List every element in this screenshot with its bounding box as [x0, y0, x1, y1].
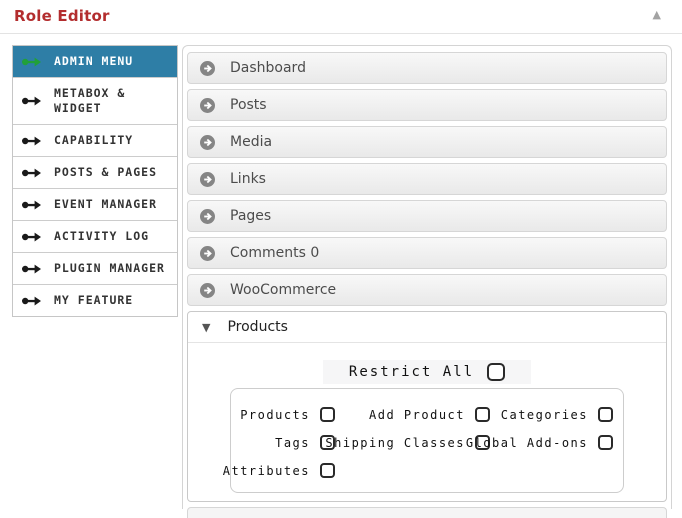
- global-add-ons-checkbox[interactable]: [598, 435, 613, 450]
- sidebar-item-capability[interactable]: CAPABILITY: [13, 125, 177, 157]
- accordion-label: WooCommerce: [230, 282, 337, 298]
- arrow-right-line-icon: [22, 95, 42, 107]
- arrow-right-line-icon: [22, 263, 42, 275]
- checkbox-label: Categories: [500, 407, 588, 422]
- accordion-label: Posts: [230, 97, 267, 113]
- triangle-down-icon: ▼: [202, 320, 211, 334]
- sidebar-item-label: MY FEATURE: [54, 293, 134, 307]
- restrict-all-control: Restrict All: [322, 360, 532, 384]
- arrow-right-line-icon: [22, 231, 42, 243]
- checkbox-label: Tags: [275, 435, 310, 450]
- sidebar-menu: ADMIN MENU METABOX & WIDGET CAPABILITY P…: [12, 45, 178, 317]
- sidebar-item-activity-log[interactable]: ACTIVITY LOG: [13, 221, 177, 253]
- capability-item-add-product: Add Product: [335, 407, 490, 422]
- panel-titlebar: Role Editor ▲: [0, 0, 682, 34]
- accordion-label: Pages: [230, 208, 272, 224]
- accordion-label: Dashboard: [230, 60, 306, 76]
- accordion-header-dashboard[interactable]: Dashboard: [187, 52, 667, 84]
- restrict-all-row: Restrict All: [188, 360, 666, 384]
- checkbox-label: Add Product: [369, 407, 465, 422]
- accordion-header-comments[interactable]: Comments 0: [187, 237, 667, 269]
- sidebar-item-label: PLUGIN MANAGER: [54, 261, 165, 275]
- circle-arrow-right-icon: [200, 208, 215, 224]
- sidebar-item-posts-pages[interactable]: POSTS & PAGES: [13, 157, 177, 189]
- checkbox-label: Products: [240, 407, 310, 422]
- circle-arrow-right-icon: [200, 245, 215, 261]
- categories-checkbox[interactable]: [598, 407, 613, 422]
- sidebar-item-label: POSTS & PAGES: [54, 165, 158, 179]
- sidebar-item-label: ADMIN MENU: [54, 54, 134, 68]
- arrow-right-line-icon: [22, 199, 42, 211]
- sidebar-item-my-feature[interactable]: MY FEATURE: [13, 285, 177, 316]
- accordion-label: Products: [227, 319, 288, 335]
- checkbox-label: Shipping Classes: [325, 435, 465, 450]
- arrow-right-line-icon: [22, 56, 42, 68]
- sidebar-item-metabox-widget[interactable]: METABOX & WIDGET: [13, 78, 177, 125]
- page-title: Role Editor: [14, 7, 110, 25]
- accordion-label: Comments 0: [230, 245, 320, 261]
- sidebar-item-event-manager[interactable]: EVENT MANAGER: [13, 189, 177, 221]
- circle-arrow-right-icon: [200, 60, 215, 76]
- accordion-header-media[interactable]: Media: [187, 126, 667, 158]
- capability-item-attributes: Attributes: [223, 463, 335, 478]
- accordion-panel: Dashboard Posts Media Links Pages Commen…: [182, 45, 672, 518]
- circle-arrow-right-icon: [200, 282, 215, 298]
- accordion-section-products: ▼ Products Restrict All Products Add Pro…: [187, 311, 667, 502]
- capability-checkbox-grid: Products Add Product Categories Tags Shi…: [223, 407, 613, 478]
- circle-arrow-right-icon: [200, 171, 215, 187]
- accordion-header-posts[interactable]: Posts: [187, 89, 667, 121]
- checkbox-label: Global Add-ons: [465, 435, 588, 450]
- capability-checkbox-group: Products Add Product Categories Tags Shi…: [223, 388, 624, 493]
- sidebar-item-label: CAPABILITY: [54, 133, 134, 147]
- sidebar-item-plugin-manager[interactable]: PLUGIN MANAGER: [13, 253, 177, 285]
- capability-item-categories: Categories: [490, 407, 613, 422]
- sidebar-item-label: ACTIVITY LOG: [54, 229, 150, 243]
- products-section-body: Restrict All Products Add Product Catego: [188, 343, 666, 501]
- collapse-toggle-icon[interactable]: ▲: [653, 8, 661, 22]
- products-checkbox[interactable]: [320, 407, 335, 422]
- add-product-checkbox[interactable]: [475, 407, 490, 422]
- arrow-right-line-icon: [22, 167, 42, 179]
- checkbox-label: Attributes: [222, 463, 310, 478]
- accordion-header-woocommerce[interactable]: WooCommerce: [187, 274, 667, 306]
- attributes-checkbox[interactable]: [320, 463, 335, 478]
- accordion-label: Media: [230, 134, 273, 150]
- capability-item-tags: Tags: [245, 435, 335, 450]
- capability-item-global-add-ons: Global Add-ons: [466, 435, 613, 450]
- accordion-header-products[interactable]: ▼ Products: [188, 312, 666, 343]
- circle-arrow-right-icon: [200, 97, 215, 113]
- accordion-header-links[interactable]: Links: [187, 163, 667, 195]
- arrow-right-line-icon: [22, 295, 42, 307]
- sidebar-item-admin-menu[interactable]: ADMIN MENU: [13, 46, 177, 78]
- accordion-label: Links: [230, 171, 266, 187]
- sidebar-item-label: METABOX & WIDGET: [54, 86, 126, 115]
- sidebar-item-label: EVENT MANAGER: [54, 197, 158, 211]
- restrict-all-checkbox[interactable]: [487, 363, 506, 381]
- arrow-right-line-icon: [22, 135, 42, 147]
- accordion-header-pages[interactable]: Pages: [187, 200, 667, 232]
- capability-item-products: Products: [240, 407, 335, 422]
- restrict-all-label: Restrict All: [348, 364, 475, 380]
- circle-arrow-right-icon: [200, 134, 215, 150]
